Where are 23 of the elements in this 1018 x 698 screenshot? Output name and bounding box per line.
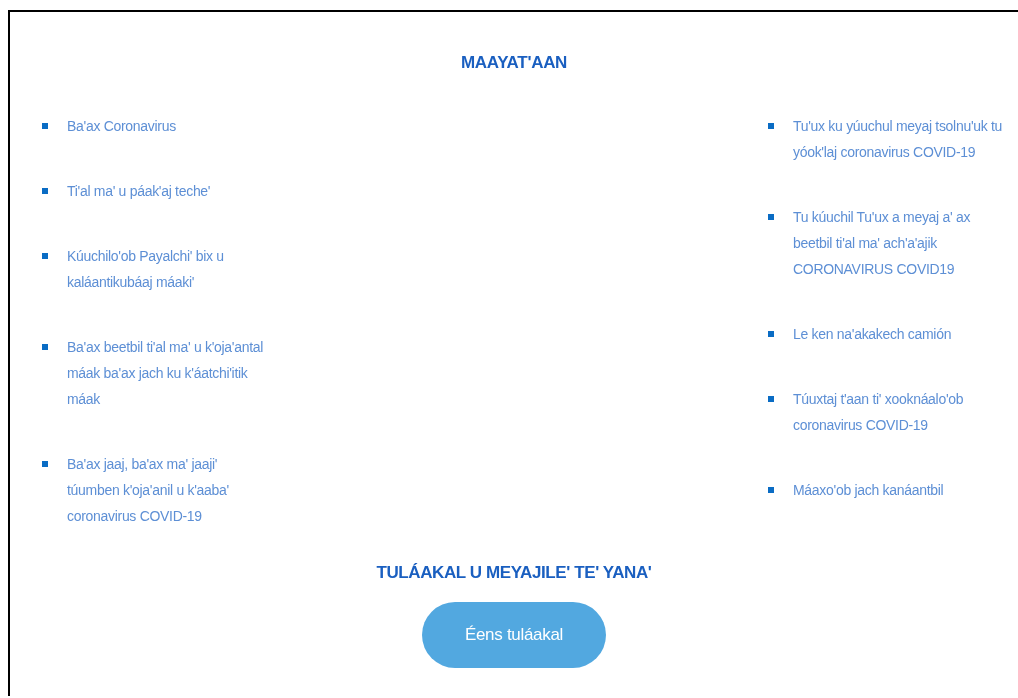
topic-link[interactable]: Máaxo'ob jach kanáantbil: [793, 477, 1005, 503]
bullet-icon: [768, 396, 774, 402]
see-all-button[interactable]: Éens tuláakal: [422, 602, 606, 668]
bullet-icon: [768, 331, 774, 337]
bullet-icon: [42, 344, 48, 350]
bullet-icon: [42, 461, 48, 467]
topic-link[interactable]: Túuxtaj t'aan ti' xooknáalo'ob coronavirus COVID-19: [793, 386, 1005, 438]
bullet-icon: [768, 123, 774, 129]
topic-link[interactable]: Ba'ax Coronavirus: [67, 113, 267, 139]
topic-link[interactable]: Tu'ux ku yúuchul meyaj tsolnu'uk tu yóok'laj coronavirus COVID-19: [793, 113, 1005, 165]
topic-link[interactable]: Kúuchilo'ob Payalchi' bix u kaláantikubáaj máaki': [67, 243, 267, 295]
topic-link[interactable]: Tu kúuchil Tu'ux a meyaj a' ax beetbil ti'al ma' ach'a'ajik CORONAVIRUS COVID19: [793, 204, 1005, 282]
bullet-icon: [768, 214, 774, 220]
bullet-icon: [42, 188, 48, 194]
topic-link[interactable]: Ba'ax jaaj, ba'ax ma' jaaji' túumben k'oja'anil u k'aaba' coronavirus COVID-19: [67, 451, 267, 529]
section-heading: MAAYAT'AAN: [459, 52, 569, 74]
bullet-icon: [768, 487, 774, 493]
topic-link[interactable]: Ti'al ma' u páak'aj teche': [67, 178, 267, 204]
topic-link[interactable]: Ba'ax beetbil ti'al ma' u k'oja'antal máak ba'ax jach ku k'áatchi'itik máak: [67, 334, 267, 412]
bullet-icon: [42, 123, 48, 129]
topic-link[interactable]: Le ken na'akakech camión: [793, 321, 1005, 347]
bullet-icon: [42, 253, 48, 259]
section-heading: TULÁAKAL U MEYAJILE' TE' YANA': [375, 562, 653, 584]
